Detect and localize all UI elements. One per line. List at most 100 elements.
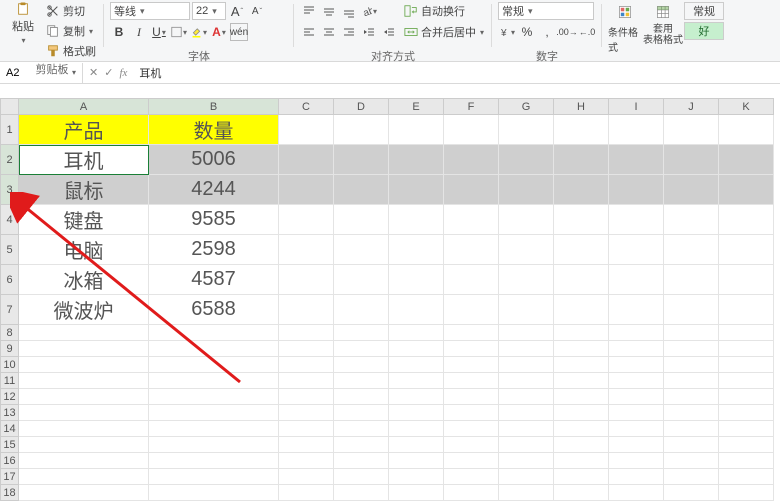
cell[interactable]: 键盘 [19,205,149,235]
cell[interactable] [554,115,609,145]
cell[interactable] [279,437,334,453]
cell[interactable] [279,295,334,325]
confirm-icon[interactable]: ✓ [104,66,113,79]
cell[interactable] [389,325,444,341]
cell[interactable] [554,437,609,453]
row-header[interactable]: 16 [1,453,19,469]
cell[interactable] [19,453,149,469]
cell[interactable] [334,115,389,145]
cell[interactable] [664,469,719,485]
row-header[interactable]: 9 [1,341,19,357]
cut-button[interactable]: 剪切 [44,2,98,20]
cell[interactable] [444,405,499,421]
decrease-decimal-button[interactable]: ←.0 [578,23,596,41]
conditional-format-button[interactable]: 条件格式 [608,2,642,54]
col-header[interactable]: F [444,99,499,115]
cell[interactable] [149,389,279,405]
decrease-font-button[interactable]: Aˇ [248,2,266,20]
cell[interactable] [279,421,334,437]
row-header[interactable]: 5 [1,235,19,265]
cell[interactable] [19,389,149,405]
cell[interactable] [664,145,719,175]
cell[interactable] [719,357,774,373]
comma-button[interactable]: , [538,23,556,41]
cell[interactable] [609,175,664,205]
cell[interactable] [444,373,499,389]
col-header[interactable]: B [149,99,279,115]
cell[interactable] [554,405,609,421]
cell[interactable] [149,325,279,341]
cell[interactable] [389,175,444,205]
col-header[interactable]: A [19,99,149,115]
cell[interactable] [444,325,499,341]
cell[interactable]: 4244 [149,175,279,205]
cell[interactable] [609,205,664,235]
cell[interactable] [389,341,444,357]
cell[interactable] [334,485,389,501]
merge-center-button[interactable]: 合并后居中▾ [402,23,486,41]
select-all-corner[interactable] [1,99,19,115]
cell[interactable] [389,145,444,175]
cell[interactable] [444,265,499,295]
cell[interactable] [279,389,334,405]
cell[interactable] [149,341,279,357]
cell[interactable] [149,373,279,389]
cell[interactable] [444,421,499,437]
cell[interactable] [499,421,554,437]
cell[interactable] [149,485,279,501]
cell[interactable] [664,295,719,325]
col-header[interactable]: D [334,99,389,115]
align-middle-button[interactable] [320,2,338,20]
number-format-select[interactable]: 常规▾ [498,2,594,20]
cell[interactable] [279,205,334,235]
cell[interactable] [19,373,149,389]
cell[interactable] [719,485,774,501]
align-top-button[interactable] [300,2,318,20]
increase-font-button[interactable]: Aˆ [228,2,246,20]
cell[interactable] [554,325,609,341]
percent-button[interactable]: % [518,23,536,41]
cell[interactable] [554,205,609,235]
cell[interactable] [499,235,554,265]
cell[interactable] [609,485,664,501]
cell[interactable] [554,235,609,265]
cell[interactable]: 电脑 [19,235,149,265]
cell[interactable] [554,373,609,389]
cell[interactable] [444,357,499,373]
cell[interactable] [554,421,609,437]
align-right-button[interactable] [340,23,358,41]
cell[interactable] [609,235,664,265]
cell[interactable] [389,265,444,295]
cell[interactable] [719,145,774,175]
cell[interactable] [334,145,389,175]
cell[interactable] [499,485,554,501]
cell[interactable] [334,373,389,389]
fx-icon[interactable]: fx [119,67,127,79]
row-header[interactable]: 14 [1,421,19,437]
cell[interactable] [19,485,149,501]
cell-style-good[interactable]: 好 [684,22,724,40]
cell[interactable]: 产品 [19,115,149,145]
cell[interactable] [719,469,774,485]
cell[interactable] [609,453,664,469]
copy-button[interactable]: 复制▾ [44,22,98,40]
cell[interactable]: 6588 [149,295,279,325]
fill-color-button[interactable]: ▾ [190,23,208,41]
cell[interactable] [334,421,389,437]
decrease-indent-button[interactable] [360,23,378,41]
cell[interactable] [664,357,719,373]
border-button[interactable]: ▾ [170,23,188,41]
cell[interactable] [664,341,719,357]
cell[interactable] [334,205,389,235]
cell[interactable] [334,175,389,205]
cell[interactable] [19,325,149,341]
cell[interactable] [149,357,279,373]
italic-button[interactable]: I [130,23,148,41]
cell[interactable] [609,265,664,295]
cell[interactable] [444,341,499,357]
cell[interactable] [279,325,334,341]
row-header[interactable]: 1 [1,115,19,145]
cell[interactable] [609,437,664,453]
cell[interactable] [149,453,279,469]
row-header[interactable]: 10 [1,357,19,373]
